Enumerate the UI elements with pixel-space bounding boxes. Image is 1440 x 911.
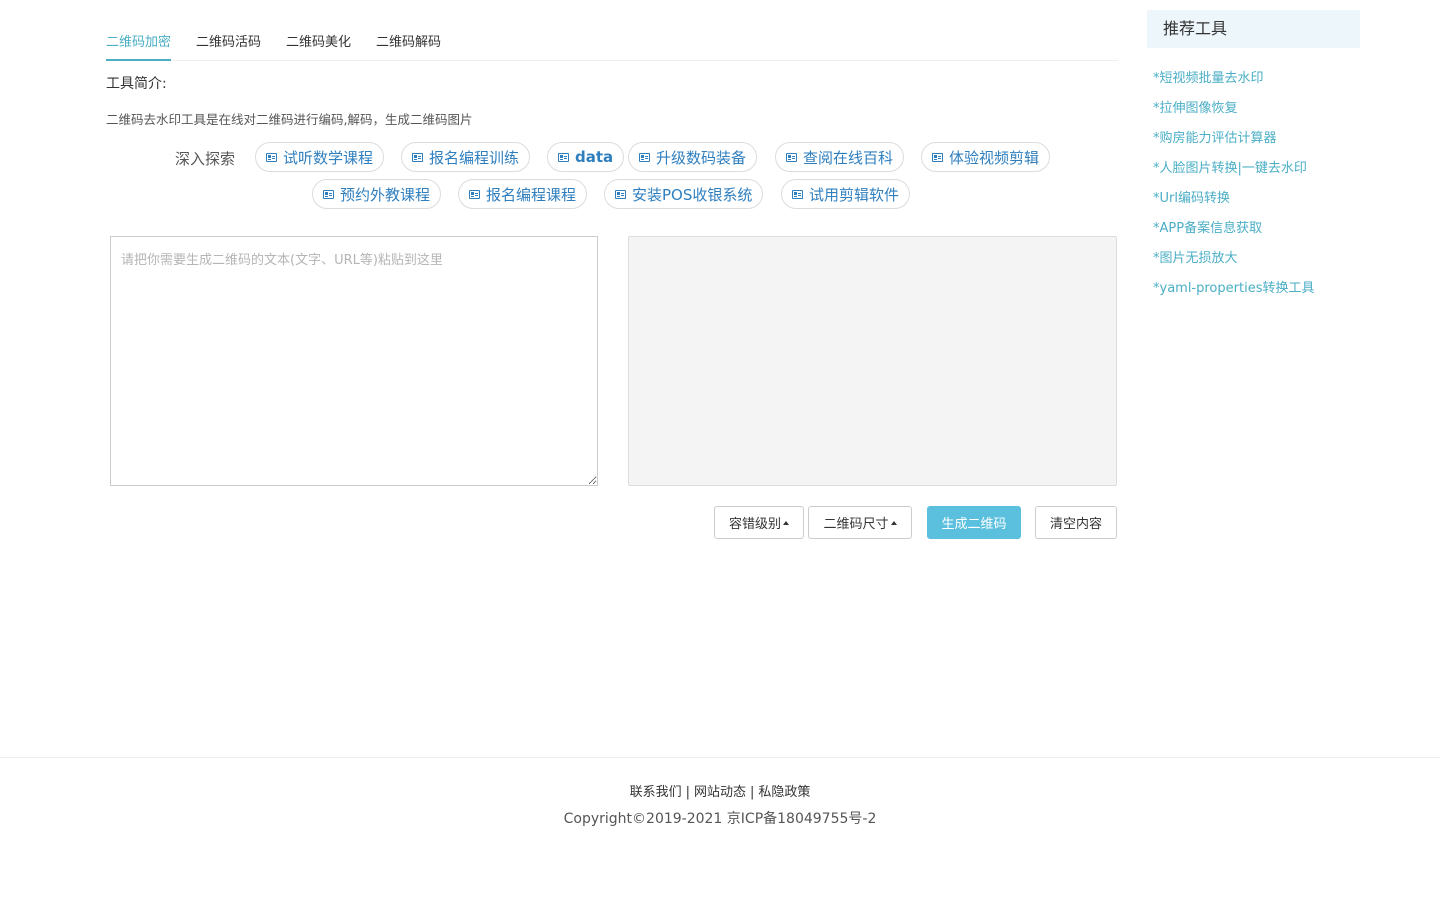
document-icon — [323, 189, 334, 199]
footer: 联系我们 | 网站动态 | 私隐政策 Copyright©2019-2021 京ICP备… — [0, 757, 1440, 911]
explore-pill-label: 查阅在线百科 — [803, 148, 894, 167]
explore-pill-label: 升级数码装备 — [656, 148, 747, 167]
explore-pill-label: 报名编程课程 — [486, 185, 577, 204]
document-icon — [266, 152, 277, 162]
site-news-link[interactable]: 网站动态 — [694, 785, 746, 800]
explore-pill[interactable]: 体验视频剪辑 — [921, 142, 1051, 172]
copyright-text: Copyright©2019-2021 京ICP备18049755号-2 — [563, 811, 877, 827]
contact-us-link[interactable]: 联系我们 — [630, 785, 682, 800]
recommended-tool-link[interactable]: *短视频批量去水印 — [1153, 67, 1264, 86]
explore-pill[interactable]: 升级数码装备 — [628, 142, 758, 172]
explore-pill[interactable]: 报名编程训练 — [401, 142, 531, 172]
explore-pill-label: 试用剪辑软件 — [809, 185, 900, 204]
clear-content-button[interactable]: 清空内容 — [1035, 506, 1117, 539]
document-icon — [932, 152, 943, 162]
explore-pill[interactable]: data — [547, 142, 625, 172]
explore-pill-label: 报名编程训练 — [429, 148, 520, 167]
caret-up-icon — [890, 520, 897, 525]
explore-pill-label: data — [575, 148, 614, 166]
recommended-tool-link[interactable]: *拉伸图像恢复 — [1153, 97, 1238, 116]
recommended-tool-link[interactable]: *购房能力评估计算器 — [1153, 127, 1277, 146]
tab-qr-decode[interactable]: 二维码解码 — [376, 31, 441, 59]
recommended-tools-sidebar: 推荐工具 *短视频批量去水印 *拉伸图像恢复 *购房能力评估计算器 *人脸图片转… — [1147, 10, 1360, 296]
qr-output-preview — [628, 236, 1117, 486]
document-icon — [615, 189, 626, 199]
explore-pill-label: 预约外教课程 — [340, 185, 431, 204]
document-icon — [786, 152, 797, 162]
intro-text: 二维码去水印工具是在线对二维码进行编码,解码，生成二维码图片 — [106, 112, 473, 127]
sidebar-title: 推荐工具 — [1147, 10, 1360, 48]
generate-qr-button[interactable]: 生成二维码 — [927, 506, 1021, 539]
footer-separator: | — [750, 785, 755, 800]
error-level-label: 容错级别 — [728, 517, 781, 532]
qr-text-input[interactable] — [110, 236, 598, 486]
tab-qr-beautify[interactable]: 二维码美化 — [286, 31, 351, 59]
error-level-dropdown[interactable]: 容错级别 — [714, 506, 804, 539]
footer-links: 联系我们 | 网站动态 | 私隐政策 — [0, 781, 1440, 800]
explore-pill[interactable]: 报名编程课程 — [458, 179, 588, 209]
qr-size-dropdown[interactable]: 二维码尺寸 — [808, 506, 912, 539]
footer-separator: | — [685, 785, 690, 800]
document-icon — [639, 152, 650, 162]
recommended-tool-link[interactable]: *yaml-properties转换工具 — [1153, 277, 1314, 296]
intro-heading: 工具简介: — [106, 76, 167, 92]
recommended-tool-link[interactable]: *APP备案信息获取 — [1153, 217, 1262, 236]
recommended-tool-link[interactable]: *图片无损放大 — [1153, 247, 1238, 266]
explore-pill[interactable]: 试用剪辑软件 — [781, 179, 911, 209]
qr-size-label: 二维码尺寸 — [823, 517, 889, 532]
explore-pill-label: 体验视频剪辑 — [949, 148, 1040, 167]
explore-label: 深入探索 — [175, 150, 236, 168]
document-icon — [558, 152, 569, 162]
document-icon — [412, 152, 423, 162]
explore-pill[interactable]: 预约外教课程 — [312, 179, 442, 209]
recommended-tool-link[interactable]: *Url编码转换 — [1153, 187, 1230, 206]
explore-pill-label: 安装POS收银系统 — [632, 185, 753, 204]
tab-bar: 二维码加密 二维码活码 二维码美化 二维码解码 — [106, 26, 1118, 61]
explore-pill[interactable]: 查阅在线百科 — [775, 142, 905, 172]
privacy-policy-link[interactable]: 私隐政策 — [758, 785, 810, 800]
explore-pill[interactable]: 安装POS收银系统 — [604, 179, 764, 209]
explore-pill-label: 试听数学课程 — [283, 148, 374, 167]
document-icon — [792, 189, 803, 199]
caret-up-icon — [783, 520, 789, 525]
document-icon — [469, 189, 480, 199]
tab-qr-live[interactable]: 二维码活码 — [196, 31, 261, 59]
tab-qr-encrypt[interactable]: 二维码加密 — [106, 31, 172, 61]
explore-pill[interactable]: 试听数学课程 — [255, 142, 385, 172]
recommended-tool-link[interactable]: *人脸图片转换|一键去水印 — [1153, 157, 1307, 176]
